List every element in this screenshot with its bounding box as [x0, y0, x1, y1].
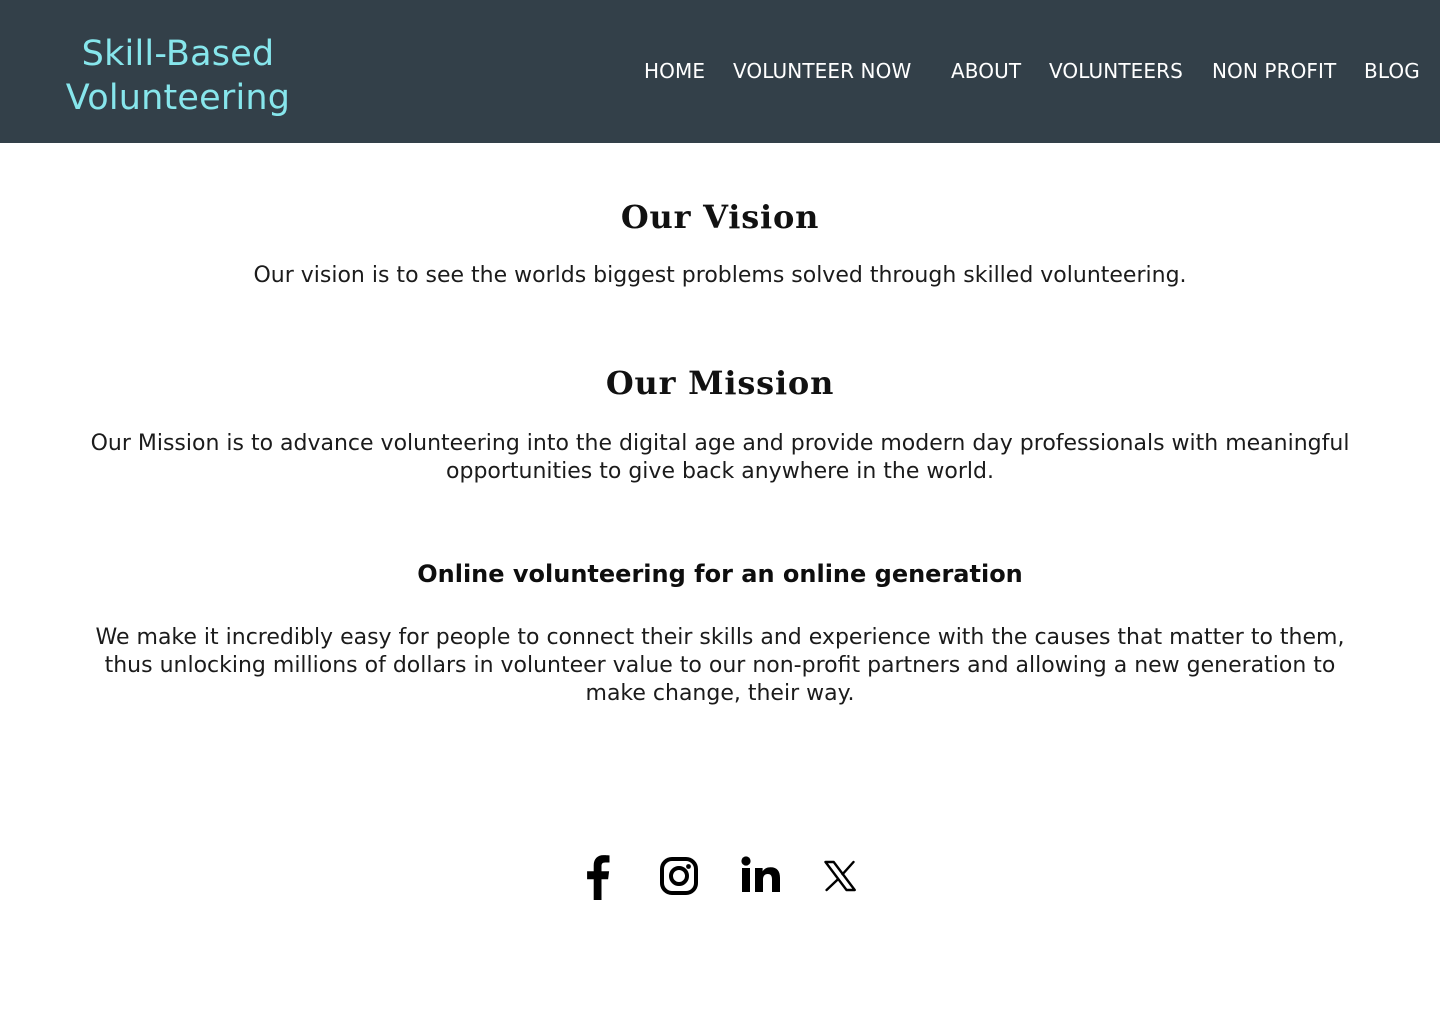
nav-home[interactable]: HOME: [644, 58, 705, 84]
site-header: Skill-Based Volunteering HOME VOLUNTEER …: [0, 0, 1440, 143]
nav-blog[interactable]: BLOG: [1364, 58, 1420, 84]
x-icon[interactable]: [817, 852, 863, 900]
nav-non-profit[interactable]: NON PROFIT: [1212, 58, 1336, 84]
social-bar: [0, 852, 1440, 900]
nav-about[interactable]: ABOUT: [951, 58, 1021, 84]
main-nav: HOME VOLUNTEER NOW ABOUT VOLUNTEERS NON …: [0, 58, 1440, 86]
mission-text: Our Mission is to advance volunteering i…: [90, 431, 1350, 484]
vision-heading: Our Vision: [620, 198, 820, 236]
linkedin-icon[interactable]: [738, 852, 784, 900]
nav-volunteers[interactable]: VOLUNTEERS: [1049, 58, 1183, 84]
vision-text: Our vision is to see the worlds biggest …: [253, 263, 1187, 288]
instagram-icon[interactable]: [656, 852, 702, 900]
mission-heading: Our Mission: [605, 364, 835, 402]
nav-volunteer-now[interactable]: VOLUNTEER NOW: [733, 58, 911, 84]
online-text: We make it incredibly easy for people to…: [95, 625, 1345, 706]
online-heading: Online volunteering for an online genera…: [417, 560, 1023, 588]
facebook-icon[interactable]: [574, 852, 620, 900]
